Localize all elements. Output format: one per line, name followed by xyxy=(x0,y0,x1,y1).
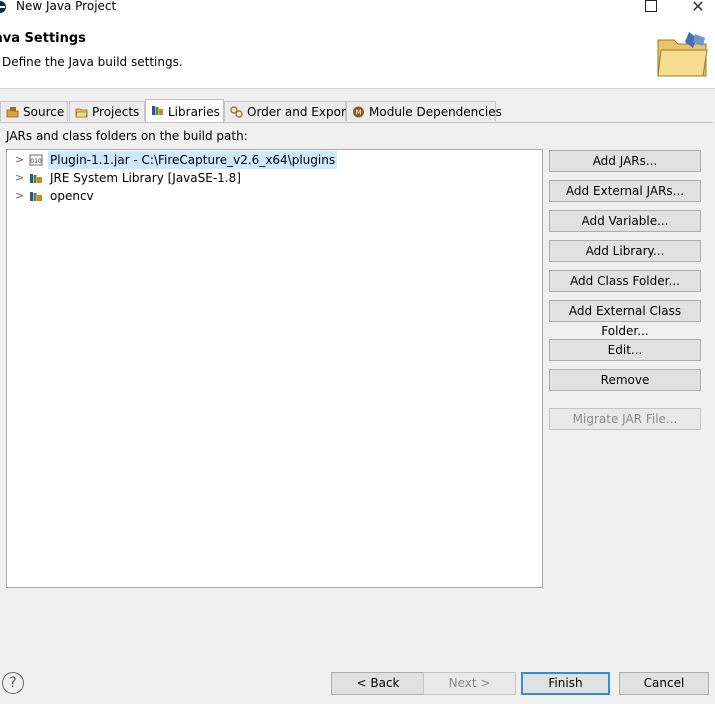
library-icon xyxy=(30,174,42,183)
tree-item-label: JRE System Library [JavaSE-1.8] xyxy=(50,171,241,185)
tab-libraries[interactable]: Libraries xyxy=(145,99,224,123)
chevron-right-icon[interactable]: > xyxy=(15,187,24,205)
order-export-icon xyxy=(230,106,243,118)
tab-label: Order and Export xyxy=(247,105,351,119)
projects-icon xyxy=(75,108,88,118)
libraries-icon xyxy=(152,106,163,115)
maximize-button[interactable] xyxy=(645,0,657,12)
source-icon xyxy=(6,107,19,118)
svg-text:M: M xyxy=(355,109,361,117)
add-library-button[interactable]: Add Library... xyxy=(549,240,701,262)
remove-button[interactable]: Remove xyxy=(549,369,701,391)
cancel-button[interactable]: Cancel xyxy=(619,672,709,695)
page-description: Define the Java build settings. xyxy=(2,55,183,69)
page-title: ava Settings xyxy=(0,31,86,46)
add-external-class-folder-button[interactable]: Add External Class Folder... xyxy=(549,300,701,338)
close-button[interactable]: ✕ xyxy=(688,0,708,16)
migrate-jar-button[interactable]: Migrate JAR File... xyxy=(549,408,701,430)
tree-item[interactable]: > 010 Plugin-1.1.jar - C:\FireCapture_v2… xyxy=(7,151,537,169)
tree-item-label: Plugin-1.1.jar - C:\FireCapture_v2.6_x64… xyxy=(48,151,338,169)
tab-label: Module Dependencies xyxy=(369,105,502,119)
add-external-jars-button[interactable]: Add External JARs... xyxy=(549,180,701,202)
build-path-label: JARs and class folders on the build path… xyxy=(6,129,248,143)
tab-source[interactable]: Source xyxy=(0,101,68,121)
add-class-folder-button[interactable]: Add Class Folder... xyxy=(549,270,701,292)
help-icon[interactable]: ? xyxy=(2,672,24,694)
next-button[interactable]: Next > xyxy=(423,672,516,695)
tree-item[interactable]: > JRE System Library [JavaSE-1.8] xyxy=(7,169,537,187)
window-title: New Java Project xyxy=(16,0,117,13)
back-button[interactable]: < Back xyxy=(331,672,425,695)
library-tree[interactable]: > 010 Plugin-1.1.jar - C:\FireCapture_v2… xyxy=(6,149,543,588)
tab-label: Libraries xyxy=(168,105,220,119)
wizard-banner xyxy=(0,16,715,89)
tab-label: Projects xyxy=(92,105,140,119)
chevron-right-icon[interactable]: > xyxy=(15,151,24,169)
tab-projects[interactable]: Projects xyxy=(69,101,145,121)
finish-button[interactable]: Finish xyxy=(521,672,610,695)
svg-text:010: 010 xyxy=(30,158,42,165)
tree-item[interactable]: > opencv xyxy=(7,187,537,205)
module-icon: M xyxy=(353,106,364,118)
tab-module-dependencies[interactable]: M Module Dependencies xyxy=(346,101,502,121)
add-jars-button[interactable]: Add JARs... xyxy=(549,150,701,172)
jar-icon: 010 xyxy=(29,154,43,166)
tab-label: Source xyxy=(23,105,65,119)
minimize-button[interactable]: — xyxy=(598,0,618,6)
tree-item-label: opencv xyxy=(50,189,94,203)
chevron-right-icon[interactable]: > xyxy=(15,169,24,187)
tab-order-export[interactable]: Order and Export xyxy=(224,101,351,121)
library-icon xyxy=(30,192,42,201)
folder-icon xyxy=(657,32,708,77)
add-variable-button[interactable]: Add Variable... xyxy=(549,210,701,232)
edit-button[interactable]: Edit... xyxy=(549,339,701,361)
